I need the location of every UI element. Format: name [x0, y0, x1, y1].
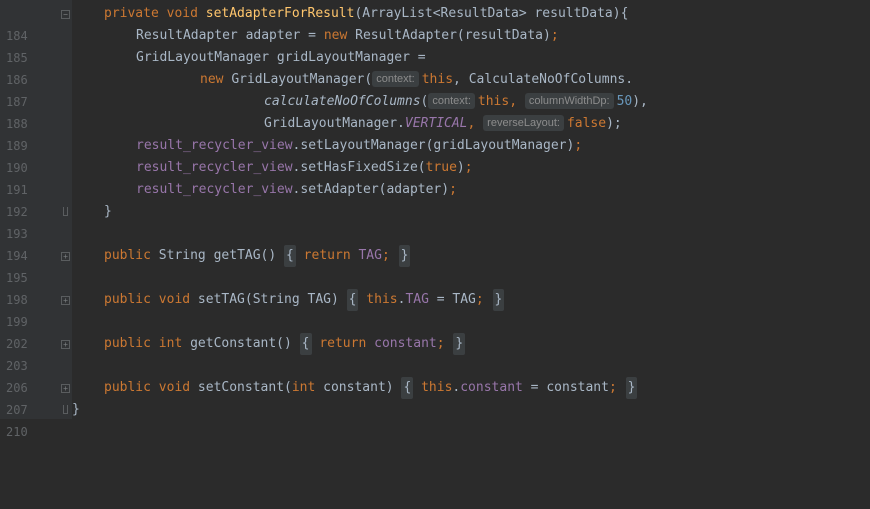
- code-line[interactable]: 188 calculateNoOfColumns(context: this, c…: [0, 91, 870, 131]
- code-text: result_recycler_view.setAdapter(adapter)…: [136, 182, 457, 197]
- folded-brace[interactable]: {: [346, 289, 359, 311]
- code-line[interactable]: 190 result_recycler_view.setLayoutManage…: [0, 135, 870, 175]
- code-line[interactable]: 202: [0, 311, 870, 351]
- code-line[interactable]: 191 result_recycler_view.setHasFixedSize…: [0, 157, 870, 197]
- code-text: public void setTAG(String TAG) { this.TA…: [104, 289, 505, 311]
- code-text: ResultAdapter adapter = new ResultAdapte…: [136, 28, 559, 43]
- parameter-hint: columnWidthDp:: [524, 93, 614, 109]
- folded-brace[interactable]: {: [284, 245, 296, 267]
- code-text: new GridLayoutManager(context: this, Calc…: [200, 71, 634, 87]
- folded-brace[interactable]: {: [401, 377, 414, 399]
- fold-open-icon[interactable]: −: [61, 10, 70, 19]
- fold-end-icon[interactable]: [63, 405, 68, 414]
- fold-collapsed-icon[interactable]: +: [61, 252, 70, 261]
- code-text: }: [104, 204, 112, 219]
- code-text: result_recycler_view.setHasFixedSize(tru…: [136, 160, 473, 175]
- code-text: calculateNoOfColumns(context: this, colum…: [264, 93, 648, 109]
- code-line[interactable]: 206: [0, 355, 870, 395]
- parameter-hint: reverseLayout:: [483, 115, 564, 131]
- folded-brace[interactable]: }: [398, 245, 411, 267]
- code-text: public String getTAG() { return TAG; }: [104, 245, 411, 267]
- code-text: public int getConstant() { return consta…: [104, 333, 466, 355]
- fold-collapsed-icon[interactable]: +: [61, 296, 70, 305]
- code-line[interactable]: 185 ResultAdapter adapter = new ResultAd…: [0, 25, 870, 65]
- line-number: 210: [6, 425, 28, 439]
- code-line[interactable]: 186 GridLayoutManager gridLayoutManager …: [0, 47, 870, 87]
- code-line[interactable]: 192 result_recycler_view.setAdapter(adap…: [0, 179, 870, 219]
- folded-brace[interactable]: }: [492, 289, 505, 311]
- fold-collapsed-icon[interactable]: +: [61, 340, 70, 349]
- code-line[interactable]: 198: [0, 267, 870, 307]
- code-line[interactable]: 193 }: [0, 201, 870, 241]
- code-line[interactable]: 203 + public int getConstant() { return …: [0, 333, 870, 373]
- code-text: private void setAdapterForResult(ArrayLi…: [104, 6, 629, 21]
- fold-end-icon[interactable]: [63, 207, 68, 216]
- folded-brace[interactable]: }: [625, 377, 638, 399]
- code-editor[interactable]: 184 − private void setAdapterForResult(A…: [0, 0, 870, 439]
- code-line[interactable]: 199 + public void setTAG(String TAG) { t…: [0, 289, 870, 329]
- code-line[interactable]: 207 + public void setConstant(int consta…: [0, 377, 870, 417]
- code-line[interactable]: 184 − private void setAdapterForResult(A…: [0, 3, 870, 43]
- folded-brace[interactable]: {: [299, 333, 312, 355]
- code-line[interactable]: 194: [0, 223, 870, 263]
- parameter-hint: context:: [372, 71, 419, 87]
- code-text: result_recycler_view.setLayoutManager(gr…: [136, 138, 583, 153]
- parameter-hint: context:: [428, 93, 475, 109]
- folded-brace[interactable]: }: [453, 333, 466, 355]
- code-text: GridLayoutManager gridLayoutManager =: [136, 50, 426, 65]
- code-line[interactable]: 195 + public String getTAG() { return TA…: [0, 245, 870, 285]
- code-text: public void setConstant(int constant) { …: [104, 377, 638, 399]
- code-line[interactable]: 187 new GridLayoutManager(context: this, …: [0, 69, 870, 109]
- code-text: GridLayoutManager.VERTICAL, reverseLayou…: [264, 115, 622, 131]
- code-line[interactable]: 210 }: [0, 399, 870, 439]
- fold-collapsed-icon[interactable]: +: [61, 384, 70, 393]
- code-text: }: [72, 402, 80, 417]
- code-line[interactable]: 189 GridLayoutManager.VERTICAL, reverseL…: [0, 113, 870, 153]
